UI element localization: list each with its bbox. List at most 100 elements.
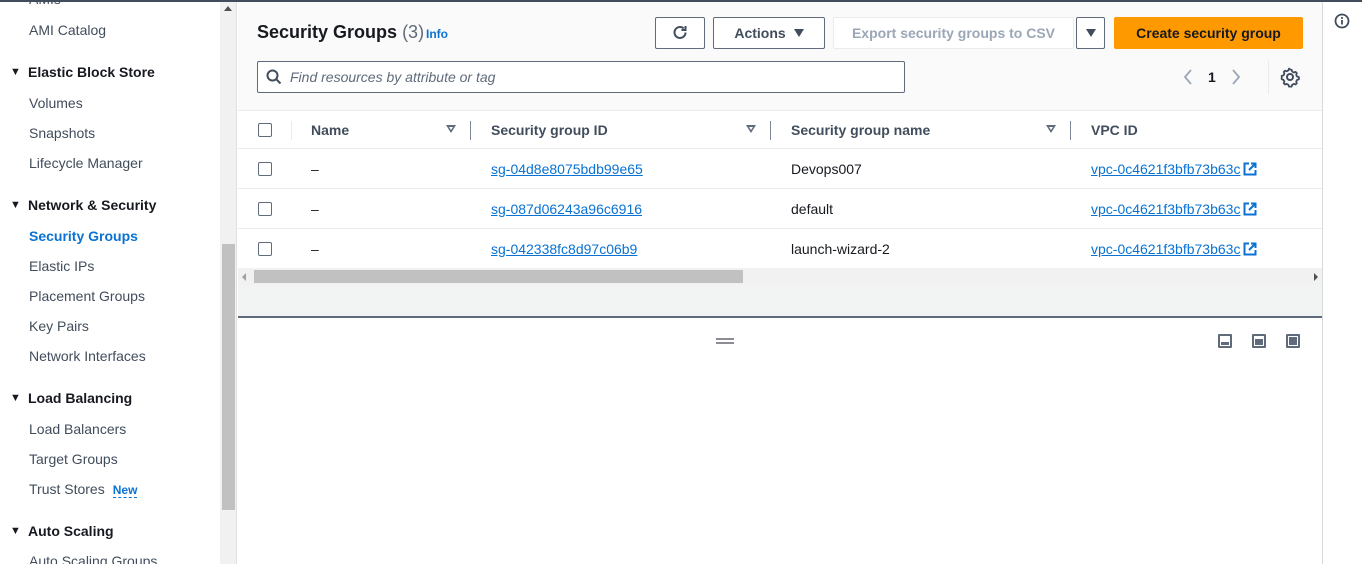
- refresh-button[interactable]: [655, 17, 705, 49]
- row-checkbox[interactable]: [258, 161, 272, 176]
- next-page-button[interactable]: [1228, 64, 1244, 90]
- sidebar-item-ami-catalog[interactable]: AMI Catalog: [29, 22, 106, 38]
- create-security-group-button[interactable]: Create security group: [1114, 17, 1303, 49]
- gear-icon: [1280, 67, 1300, 88]
- sidebar-item-placement-groups[interactable]: Placement Groups: [29, 288, 145, 304]
- title-text: Security Groups: [257, 22, 398, 42]
- sidebar-section-load-balancing[interactable]: ▼ Load Balancing: [10, 390, 132, 406]
- cell-name: –: [311, 200, 319, 217]
- vpc-id-cell: vpc-0c4621f3bfb73b63c: [1091, 189, 1257, 228]
- sort-icon[interactable]: [446, 125, 456, 133]
- sidebar-item-lifecycle-manager[interactable]: Lifecycle Manager: [29, 155, 143, 171]
- sort-icon[interactable]: [746, 125, 756, 133]
- split-panel-resize-handle[interactable]: [716, 338, 734, 344]
- column-resizer[interactable]: [470, 121, 471, 140]
- page-title: Security Groups (3): [257, 22, 424, 43]
- previous-page-button[interactable]: [1180, 64, 1196, 90]
- column-resizer[interactable]: [770, 121, 771, 140]
- scrollbar-thumb[interactable]: [254, 270, 743, 283]
- column-header-vpc-id[interactable]: VPC ID: [1091, 111, 1138, 148]
- current-page[interactable]: 1: [1208, 69, 1216, 85]
- row-checkbox[interactable]: [258, 241, 272, 256]
- search-field[interactable]: [257, 61, 905, 93]
- table-horizontal-scrollbar[interactable]: [238, 268, 1322, 285]
- split-panel-full-icon[interactable]: [1286, 334, 1300, 348]
- search-icon: [258, 69, 290, 85]
- cell-name: –: [311, 240, 319, 257]
- security-group-id-link[interactable]: sg-04d8e8075bdb99e65: [491, 161, 643, 177]
- sort-icon[interactable]: [1046, 125, 1056, 133]
- caret-down-icon: [1085, 29, 1096, 37]
- row-checkbox[interactable]: [258, 201, 272, 216]
- main-content: Security Groups (3) Info Actions Export …: [238, 0, 1322, 564]
- vpc-id-cell: vpc-0c4621f3bfb73b63c: [1091, 149, 1257, 188]
- cell-security-group-name: Devops007: [791, 160, 862, 177]
- sidebar-item-target-groups[interactable]: Target Groups: [29, 451, 118, 467]
- new-badge: New: [112, 483, 138, 498]
- scrollbar-thumb[interactable]: [222, 244, 235, 510]
- column-header-name[interactable]: Name: [311, 111, 349, 148]
- vpc-id-link[interactable]: vpc-0c4621f3bfb73b63c: [1091, 241, 1240, 257]
- cell-security-group-name: launch-wizard-2: [791, 240, 890, 257]
- select-all-checkbox[interactable]: [258, 122, 272, 137]
- column-header-security-group-id[interactable]: Security group ID: [491, 111, 608, 148]
- split-panel-bottom-icon[interactable]: [1218, 334, 1232, 348]
- preferences-button[interactable]: [1279, 66, 1301, 88]
- sidebar-item-trust-stores[interactable]: Trust Stores New: [29, 481, 138, 498]
- sidebar-item-security-groups[interactable]: Security Groups: [29, 228, 138, 244]
- scroll-up-arrow-icon[interactable]: [224, 6, 232, 11]
- export-csv-button[interactable]: Export security groups to CSV: [833, 17, 1074, 49]
- top-border: [0, 0, 1362, 2]
- caret-down-icon: ▼: [10, 525, 21, 537]
- sidebar-item-volumes[interactable]: Volumes: [29, 95, 83, 111]
- export-dropdown-button[interactable]: [1076, 17, 1105, 49]
- caret-down-icon: ▼: [10, 199, 21, 211]
- external-link-icon[interactable]: [1243, 202, 1257, 216]
- split-panel-middle-icon[interactable]: [1252, 334, 1266, 348]
- sidebar-item-network-interfaces[interactable]: Network Interfaces: [29, 348, 146, 364]
- table-header-row: Name Security group ID Security group na…: [238, 110, 1322, 149]
- actions-dropdown-button[interactable]: Actions: [713, 17, 825, 49]
- help-panel-rail: [1322, 0, 1362, 564]
- table-panel: Security Groups (3) Info Actions Export …: [238, 0, 1322, 318]
- scroll-right-arrow-icon[interactable]: [1314, 273, 1318, 281]
- external-link-icon[interactable]: [1243, 242, 1257, 256]
- sidebar-section-elastic-block-store[interactable]: ▼ Elastic Block Store: [10, 64, 155, 80]
- item-count: (3): [402, 22, 425, 42]
- sidebar-item-load-balancers[interactable]: Load Balancers: [29, 421, 126, 437]
- external-link-icon[interactable]: [1243, 162, 1257, 176]
- info-panel-button[interactable]: [1334, 13, 1350, 29]
- column-resizer[interactable]: [1070, 121, 1071, 140]
- sidebar-item-snapshots[interactable]: Snapshots: [29, 125, 95, 141]
- sidebar-section-auto-scaling[interactable]: ▼ Auto Scaling: [10, 523, 114, 539]
- caret-down-icon: ▼: [10, 392, 21, 404]
- column-divider: [291, 121, 292, 140]
- security-groups-table: Name Security group ID Security group na…: [238, 110, 1322, 269]
- table-row[interactable]: – sg-087d06243a96c6916 default vpc-0c462…: [238, 189, 1322, 229]
- security-group-id-link[interactable]: sg-087d06243a96c6916: [491, 201, 642, 217]
- sidebar-item-auto-scaling-groups[interactable]: Auto Scaling Groups: [29, 553, 157, 564]
- vpc-id-link[interactable]: vpc-0c4621f3bfb73b63c: [1091, 201, 1240, 217]
- table-header-area: Security Groups (3) Info Actions Export …: [238, 0, 1322, 110]
- sidebar-scrollbar[interactable]: [220, 0, 237, 564]
- sidebar-item-elastic-ips[interactable]: Elastic IPs: [29, 258, 94, 274]
- chevron-right-icon: [1232, 69, 1240, 85]
- table-row[interactable]: – sg-04d8e8075bdb99e65 Devops007 vpc-0c4…: [238, 149, 1322, 189]
- sidebar-section-network-security[interactable]: ▼ Network & Security: [10, 197, 156, 213]
- search-input[interactable]: [290, 69, 890, 85]
- caret-down-icon: [793, 29, 804, 37]
- table-row[interactable]: – sg-042338fc8d97c06b9 launch-wizard-2 v…: [238, 229, 1322, 269]
- security-group-id-link[interactable]: sg-042338fc8d97c06b9: [491, 241, 637, 257]
- cell-security-group-name: default: [791, 200, 834, 217]
- pagination: 1: [1180, 64, 1244, 90]
- section-label: Auto Scaling: [28, 523, 114, 539]
- column-header-security-group-name[interactable]: Security group name: [791, 111, 930, 148]
- vpc-id-link[interactable]: vpc-0c4621f3bfb73b63c: [1091, 161, 1240, 177]
- section-label: Load Balancing: [28, 390, 133, 406]
- info-link[interactable]: Info: [426, 27, 448, 41]
- caret-down-icon: ▼: [10, 66, 21, 78]
- section-label: Elastic Block Store: [28, 64, 155, 80]
- sidebar-item-key-pairs[interactable]: Key Pairs: [29, 318, 89, 334]
- refresh-icon: [673, 25, 687, 39]
- scroll-left-arrow-icon[interactable]: [242, 273, 246, 281]
